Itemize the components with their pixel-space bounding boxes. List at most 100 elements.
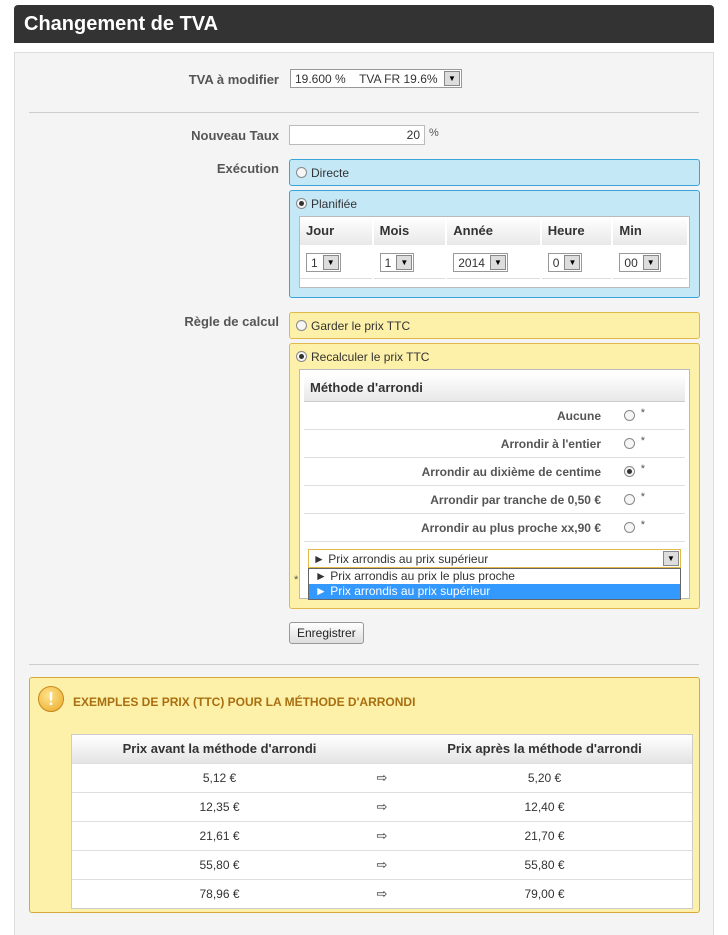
chevron-down-icon[interactable]: ▼ — [396, 255, 413, 270]
chevron-down-icon[interactable]: ▼ — [564, 255, 581, 270]
footnote-asterisk: * — [294, 574, 299, 586]
divider — [29, 112, 699, 113]
method-radio[interactable] — [624, 466, 635, 477]
schedule-select-heure[interactable]: 0 ▼ — [547, 253, 583, 272]
method-row[interactable]: Arrondir au plus proche xx,90 € * — [304, 514, 685, 542]
dropdown-options: ► Prix arrondis au prix le plus proche ►… — [308, 568, 681, 600]
recalculer-label: Recalculer le prix TTC — [311, 350, 430, 364]
examples-body: 5,12 € ⇨ 5,20 €12,35 € ⇨ 12,40 €21,61 € ⇨ 21,7… — [72, 762, 692, 908]
method-label: Arrondir au dixième de centime — [421, 464, 601, 479]
schedule-cell: 0 ▼ — [541, 247, 612, 279]
price-after: 79,00 € — [397, 878, 692, 908]
method-label: Arrondir à l'entier — [500, 436, 601, 451]
examples-table-wrap: Prix avant la méthode d'arrondi Prix apr… — [71, 734, 693, 909]
schedule-select-min[interactable]: 00 ▼ — [619, 253, 661, 272]
price-after: 5,20 € — [397, 762, 692, 792]
arrondi-direction-select[interactable]: ► Prix arrondis au prix supérieur ▼ — [308, 549, 681, 568]
price-after: 12,40 € — [397, 791, 692, 821]
examples-box: ! EXEMPLES DE PRIX (TTC) POUR LA MÉTHODE… — [29, 677, 700, 913]
schedule-select-value: 00 — [624, 255, 638, 270]
dropdown-selected-text: ► Prix arrondis au prix supérieur — [313, 551, 489, 566]
main-panel: TVA à modifier 19.600 % TVA FR 19.6% ▼ N… — [14, 52, 714, 935]
method-asterisk: * — [640, 463, 645, 475]
price-before: 78,96 € — [72, 878, 367, 908]
warning-icon: ! — [38, 686, 64, 712]
col-arrow — [367, 735, 397, 763]
col-after: Prix après la méthode d'arrondi — [397, 735, 692, 763]
dropdown-option-plus-proche[interactable]: ► Prix arrondis au prix le plus proche — [309, 569, 680, 584]
chevron-down-icon[interactable]: ▼ — [489, 255, 506, 270]
schedule-cell: 00 ▼ — [613, 247, 687, 279]
dropdown-option-superieur[interactable]: ► Prix arrondis au prix supérieur — [309, 584, 680, 599]
method-label: Arrondir par tranche de 0,50 € — [430, 492, 601, 507]
radio-planifiee[interactable] — [296, 198, 307, 210]
method-row[interactable]: Arrondir à l'entier * — [304, 430, 685, 458]
schedule-col-header: Jour — [300, 217, 372, 245]
schedule-select-value: 2014 — [458, 255, 485, 270]
option-planifiee[interactable]: Planifiée Jour Mois Année Heure Min 1 ▼ 1 ▼ 2014… — [289, 190, 700, 298]
method-asterisk: * — [640, 407, 645, 419]
method-radio[interactable] — [624, 522, 635, 533]
method-asterisk: * — [640, 435, 645, 447]
schedule-select-mois[interactable]: 1 ▼ — [379, 253, 415, 272]
schedule-table: Jour Mois Année Heure Min 1 ▼ 1 ▼ 2014 ▼ 0 ▼ 00 ▼ — [299, 216, 690, 288]
radio-directe[interactable] — [296, 167, 307, 179]
divider — [29, 664, 699, 665]
regle-label: Règle de calcul — [184, 314, 279, 329]
method-label: Aucune — [556, 408, 601, 423]
save-button[interactable]: Enregistrer — [289, 622, 364, 644]
schedule-select-jour[interactable]: 1 ▼ — [306, 253, 341, 272]
table-row: 55,80 € ⇨ 55,80 € — [72, 849, 692, 879]
chevron-down-icon[interactable]: ▼ — [322, 255, 339, 270]
chevron-down-icon[interactable]: ▼ — [642, 255, 659, 270]
method-asterisk: * — [640, 491, 645, 503]
schedule-col-header: Min — [613, 217, 687, 245]
schedule-cell: 1 ▼ — [373, 247, 446, 279]
method-row[interactable]: Arrondir par tranche de 0,50 € * — [304, 486, 685, 514]
chevron-down-icon[interactable]: ▼ — [663, 551, 679, 566]
execution-label: Exécution — [216, 161, 279, 176]
option-directe[interactable]: Directe — [289, 159, 700, 186]
schedule-values: 1 ▼ 1 ▼ 2014 ▼ 0 ▼ 00 ▼ — [300, 247, 689, 279]
price-before: 55,80 € — [72, 849, 367, 879]
radio-recalculer[interactable] — [296, 351, 307, 363]
arrow-right-icon: ⇨ — [367, 762, 397, 792]
table-row: 78,96 € ⇨ 79,00 € — [72, 878, 692, 908]
examples-title: EXEMPLES DE PRIX (TTC) POUR LA MÉTHODE D… — [73, 695, 416, 709]
schedule-select-value: 1 — [311, 255, 318, 270]
tva-select[interactable]: 19.600 % TVA FR 19.6% ▼ — [290, 69, 462, 88]
tva-rate: 19.600 % — [295, 71, 346, 86]
method-label: Arrondir au plus proche xx,90 € — [420, 520, 601, 535]
arrow-right-icon: ⇨ — [367, 878, 397, 908]
nouveau-taux-input[interactable]: 20 — [289, 125, 425, 145]
methode-title: Méthode d'arrondi — [304, 374, 685, 402]
radio-garder[interactable] — [296, 320, 307, 332]
table-row: 12,35 € ⇨ 12,40 € — [72, 791, 692, 821]
methods-list: Aucune * Arrondir à l'entier * Arrondir au d… — [300, 402, 689, 542]
method-radio[interactable] — [624, 410, 635, 421]
percent-unit: % — [429, 127, 439, 139]
schedule-col-header: Heure — [541, 217, 612, 245]
table-row: 5,12 € ⇨ 5,20 € — [72, 762, 692, 792]
planifiee-label: Planifiée — [311, 197, 358, 211]
tva-name: TVA FR 19.6% — [359, 71, 438, 86]
nouveau-taux-label: Nouveau Taux — [191, 128, 279, 143]
table-row: 21,61 € ⇨ 21,70 € — [72, 820, 692, 850]
page-title: Changement de TVA — [24, 13, 219, 35]
schedule-select-value: 1 — [384, 255, 392, 270]
schedule-select-année[interactable]: 2014 ▼ — [453, 253, 508, 272]
tva-label: TVA à modifier — [188, 72, 279, 87]
arrow-right-icon: ⇨ — [367, 791, 397, 821]
method-row[interactable]: Aucune * — [304, 402, 685, 430]
arrow-right-icon: ⇨ — [367, 820, 397, 850]
schedule-cell: 1 ▼ — [300, 247, 372, 279]
method-radio[interactable] — [624, 494, 635, 505]
option-garder[interactable]: Garder le prix TTC — [289, 312, 700, 339]
schedule-col-header: Mois — [373, 217, 446, 245]
chevron-down-icon[interactable]: ▼ — [444, 71, 460, 86]
price-after: 21,70 € — [397, 820, 692, 850]
method-asterisk: * — [640, 519, 645, 531]
method-row[interactable]: Arrondir au dixième de centime * — [304, 458, 685, 486]
schedule-header: Jour Mois Année Heure Min — [300, 217, 689, 245]
method-radio[interactable] — [624, 438, 635, 449]
